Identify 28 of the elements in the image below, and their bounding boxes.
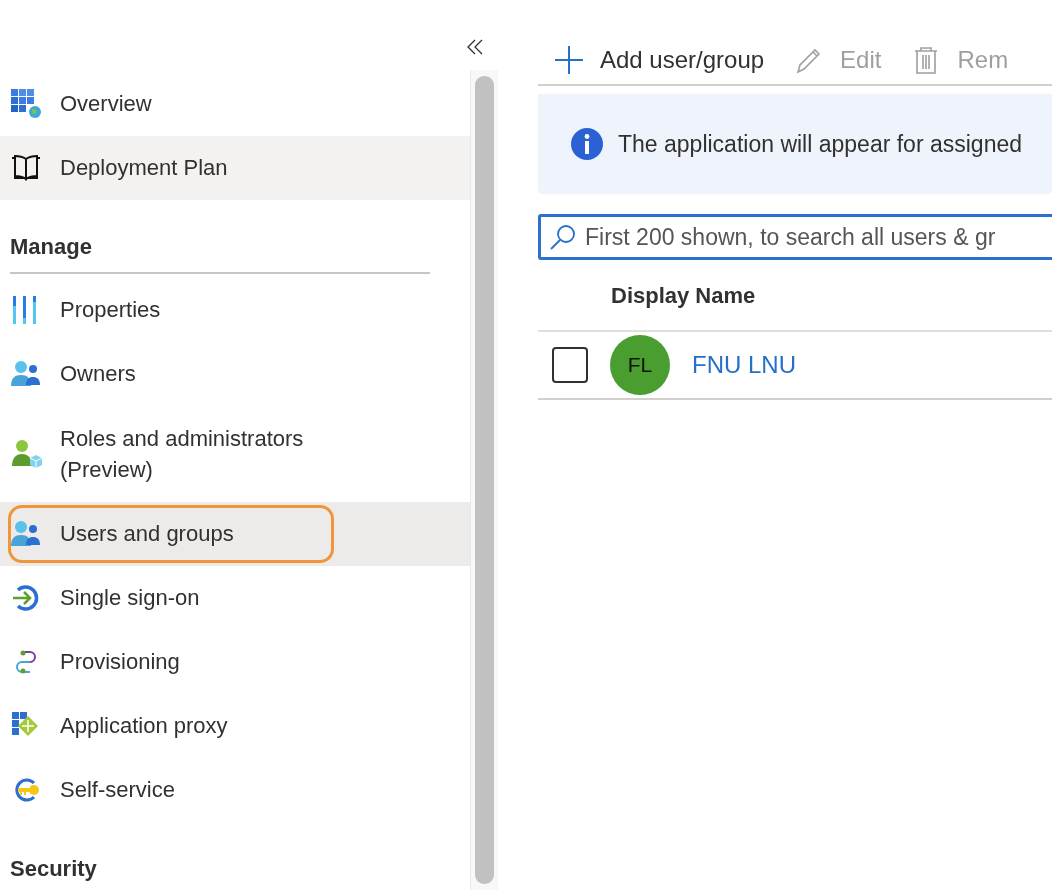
user-link[interactable]: FNU LNU: [692, 347, 796, 383]
person-cube-icon: [10, 438, 42, 471]
banner-text: The application will appear for assigned: [618, 129, 1023, 159]
sidebar-item[interactable]: Overview: [0, 72, 470, 136]
sidebar-item[interactable]: Provisioning: [0, 630, 470, 695]
info-icon: [570, 127, 604, 161]
column-header: Display Name: [611, 281, 756, 310]
row-checkbox[interactable]: [552, 347, 588, 383]
sidebar-item[interactable]: Users and groups: [0, 502, 470, 567]
section-heading: Manage: [9, 233, 93, 261]
scrollbar[interactable]: [470, 70, 498, 890]
search-icon: [549, 223, 577, 251]
sidebar-item[interactable]: Roles and administrators (Preview): [0, 406, 470, 503]
section-heading: Security: [9, 855, 98, 884]
collapse-icon[interactable]: [466, 38, 484, 56]
plus-icon: [554, 45, 584, 75]
scrollbar-thumb[interactable]: [475, 76, 494, 884]
sidebar-item[interactable]: Properties: [0, 278, 470, 343]
book-icon: [10, 152, 42, 184]
sidebar-item[interactable]: Self-service: [0, 758, 470, 823]
search-field[interactable]: First 200 shown, to search all users & gr: [538, 214, 1052, 260]
grid-globe-icon: [10, 88, 42, 120]
sidebar-item[interactable]: Application proxy: [0, 694, 470, 759]
toolbar-button[interactable]: Add user/group: [554, 42, 765, 78]
sidebar-item[interactable]: Single sign-on: [0, 566, 470, 631]
sidebar-item[interactable]: Deployment Plan: [0, 136, 470, 200]
sidebar-item[interactable]: Owners: [0, 342, 470, 407]
avatar: FL: [610, 335, 670, 395]
